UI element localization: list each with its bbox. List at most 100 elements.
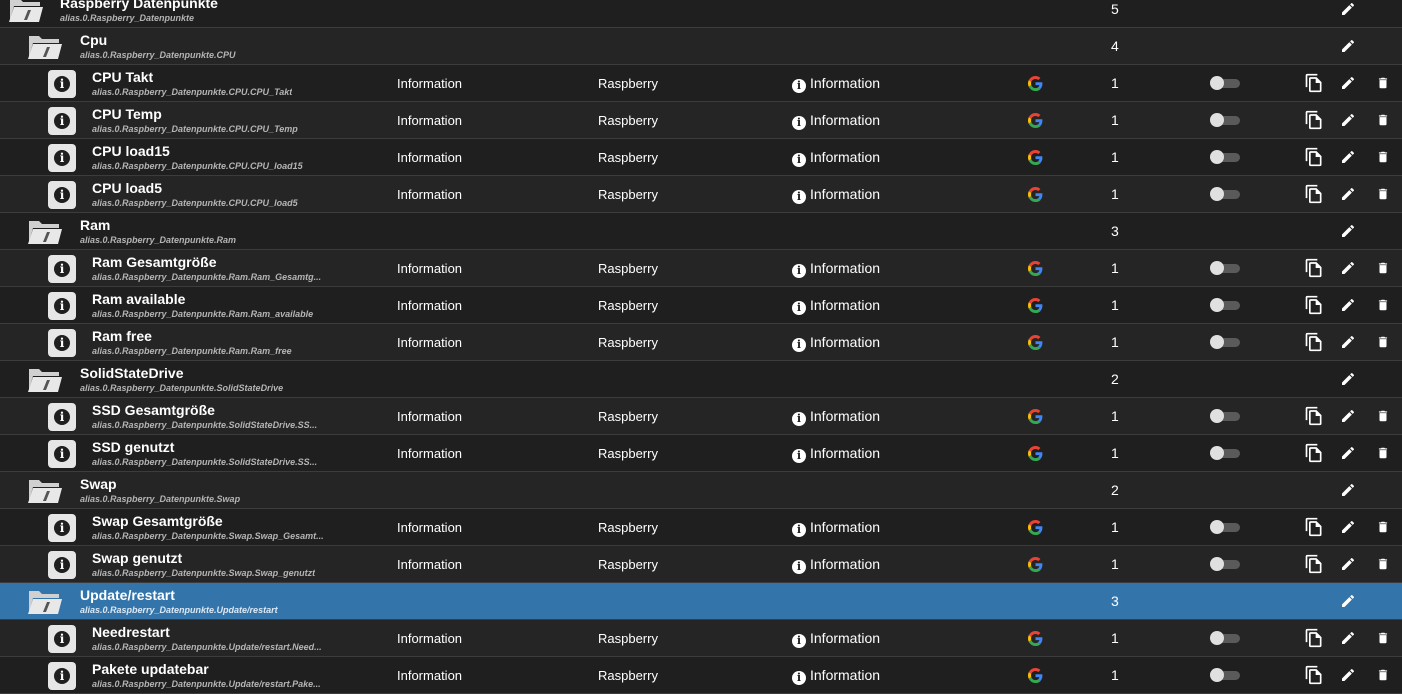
copy-button[interactable] <box>1304 442 1324 464</box>
google-icon[interactable] <box>1028 520 1043 535</box>
enable-toggle[interactable] <box>1210 298 1240 312</box>
enable-toggle[interactable] <box>1210 335 1240 349</box>
google-icon[interactable] <box>1028 335 1043 350</box>
google-icon[interactable] <box>1028 187 1043 202</box>
delete-button[interactable] <box>1373 405 1393 427</box>
delete-button[interactable] <box>1373 553 1393 575</box>
edit-button[interactable] <box>1338 294 1358 316</box>
state-row[interactable]: i Pakete updatebar alias.0.Raspberry_Dat… <box>0 657 1402 694</box>
enable-toggle[interactable] <box>1210 150 1240 164</box>
edit-button[interactable] <box>1338 590 1358 612</box>
folder-row[interactable]: SolidStateDrive alias.0.Raspberry_Datenp… <box>0 361 1402 398</box>
edit-button[interactable] <box>1338 553 1358 575</box>
trash-icon <box>1378 188 1388 200</box>
folder-row[interactable]: Ram alias.0.Raspberry_Datenpunkte.Ram 3 <box>0 213 1402 250</box>
state-row[interactable]: i Ram Gesamtgröße alias.0.Raspberry_Date… <box>0 250 1402 287</box>
folder-row[interactable]: Cpu alias.0.Raspberry_Datenpunkte.CPU 4 <box>0 28 1402 65</box>
enable-toggle[interactable] <box>1210 261 1240 275</box>
google-icon[interactable] <box>1028 76 1043 91</box>
delete-button[interactable] <box>1373 331 1393 353</box>
google-icon[interactable] <box>1028 631 1043 646</box>
google-icon[interactable] <box>1028 113 1043 128</box>
enable-toggle[interactable] <box>1210 409 1240 423</box>
edit-button[interactable] <box>1338 72 1358 94</box>
google-icon[interactable] <box>1028 150 1043 165</box>
copy-button[interactable] <box>1304 405 1324 427</box>
copy-button[interactable] <box>1304 331 1324 353</box>
copy-button[interactable] <box>1304 664 1324 686</box>
enable-toggle[interactable] <box>1210 520 1240 534</box>
enable-toggle[interactable] <box>1210 631 1240 645</box>
edit-button[interactable] <box>1338 35 1358 57</box>
google-icon[interactable] <box>1028 261 1043 276</box>
state-row[interactable]: i Swap genutzt alias.0.Raspberry_Datenpu… <box>0 546 1402 583</box>
state-row[interactable]: i CPU Temp alias.0.Raspberry_Datenpunkte… <box>0 102 1402 139</box>
copy-button[interactable] <box>1304 109 1324 131</box>
state-row[interactable]: i Swap Gesamtgröße alias.0.Raspberry_Dat… <box>0 509 1402 546</box>
enable-toggle[interactable] <box>1210 668 1240 682</box>
state-row[interactable]: i SSD genutzt alias.0.Raspberry_Datenpun… <box>0 435 1402 472</box>
google-icon[interactable] <box>1028 557 1043 572</box>
edit-button[interactable] <box>1338 627 1358 649</box>
delete-button[interactable] <box>1373 72 1393 94</box>
edit-button[interactable] <box>1338 368 1358 390</box>
folder-row[interactable]: Update/restart alias.0.Raspberry_Datenpu… <box>0 583 1402 620</box>
trash-icon <box>1378 336 1388 348</box>
edit-button[interactable] <box>1338 331 1358 353</box>
delete-button[interactable] <box>1373 183 1393 205</box>
delete-button[interactable] <box>1373 516 1393 538</box>
copy-button[interactable] <box>1304 72 1324 94</box>
delete-button[interactable] <box>1373 294 1393 316</box>
delete-button[interactable] <box>1373 257 1393 279</box>
delete-button[interactable] <box>1373 627 1393 649</box>
google-icon[interactable] <box>1028 409 1043 424</box>
row-count: 5 <box>1111 1 1119 17</box>
copy-button[interactable] <box>1304 553 1324 575</box>
edit-button[interactable] <box>1338 442 1358 464</box>
state-row[interactable]: i CPU Takt alias.0.Raspberry_Datenpunkte… <box>0 65 1402 102</box>
edit-button[interactable] <box>1338 0 1358 20</box>
edit-button[interactable] <box>1338 146 1358 168</box>
edit-button[interactable] <box>1338 257 1358 279</box>
state-row[interactable]: i Ram available alias.0.Raspberry_Datenp… <box>0 287 1402 324</box>
edit-button[interactable] <box>1338 220 1358 242</box>
edit-button[interactable] <box>1338 479 1358 501</box>
google-icon[interactable] <box>1028 446 1043 461</box>
folder-row[interactable]: Swap alias.0.Raspberry_Datenpunkte.Swap … <box>0 472 1402 509</box>
pencil-icon <box>1342 150 1355 163</box>
delete-button[interactable] <box>1373 109 1393 131</box>
copy-button[interactable] <box>1304 257 1324 279</box>
copy-button[interactable] <box>1304 294 1324 316</box>
enable-toggle[interactable] <box>1210 113 1240 127</box>
enable-toggle[interactable] <box>1210 446 1240 460</box>
room-cell: Raspberry <box>598 150 658 165</box>
delete-button[interactable] <box>1373 146 1393 168</box>
role-label: Information <box>810 112 881 128</box>
pencil-icon <box>1342 2 1355 15</box>
copy-button[interactable] <box>1304 183 1324 205</box>
enable-toggle[interactable] <box>1210 76 1240 90</box>
delete-button[interactable] <box>1373 442 1393 464</box>
edit-button[interactable] <box>1338 183 1358 205</box>
google-icon[interactable] <box>1028 298 1043 313</box>
state-row[interactable]: i CPU load15 alias.0.Raspberry_Datenpunk… <box>0 139 1402 176</box>
copy-button[interactable] <box>1304 627 1324 649</box>
edit-button[interactable] <box>1338 664 1358 686</box>
enable-toggle[interactable] <box>1210 187 1240 201</box>
edit-button[interactable] <box>1338 109 1358 131</box>
enable-toggle[interactable] <box>1210 557 1240 571</box>
state-row[interactable]: i Needrestart alias.0.Raspberry_Datenpun… <box>0 620 1402 657</box>
edit-button[interactable] <box>1338 405 1358 427</box>
copy-button[interactable] <box>1304 146 1324 168</box>
state-row[interactable]: i SSD Gesamtgröße alias.0.Raspberry_Date… <box>0 398 1402 435</box>
delete-button[interactable] <box>1373 664 1393 686</box>
google-icon[interactable] <box>1028 668 1043 683</box>
row-title: CPU Temp <box>92 106 162 122</box>
pencil-icon <box>1342 483 1355 496</box>
copy-button[interactable] <box>1304 516 1324 538</box>
folder-row[interactable]: Raspberry Datenpunkte alias.0.Raspberry_… <box>0 0 1402 28</box>
state-row[interactable]: i CPU load5 alias.0.Raspberry_Datenpunkt… <box>0 176 1402 213</box>
info-icon: i <box>792 671 806 685</box>
state-row[interactable]: i Ram free alias.0.Raspberry_Datenpunkte… <box>0 324 1402 361</box>
edit-button[interactable] <box>1338 516 1358 538</box>
